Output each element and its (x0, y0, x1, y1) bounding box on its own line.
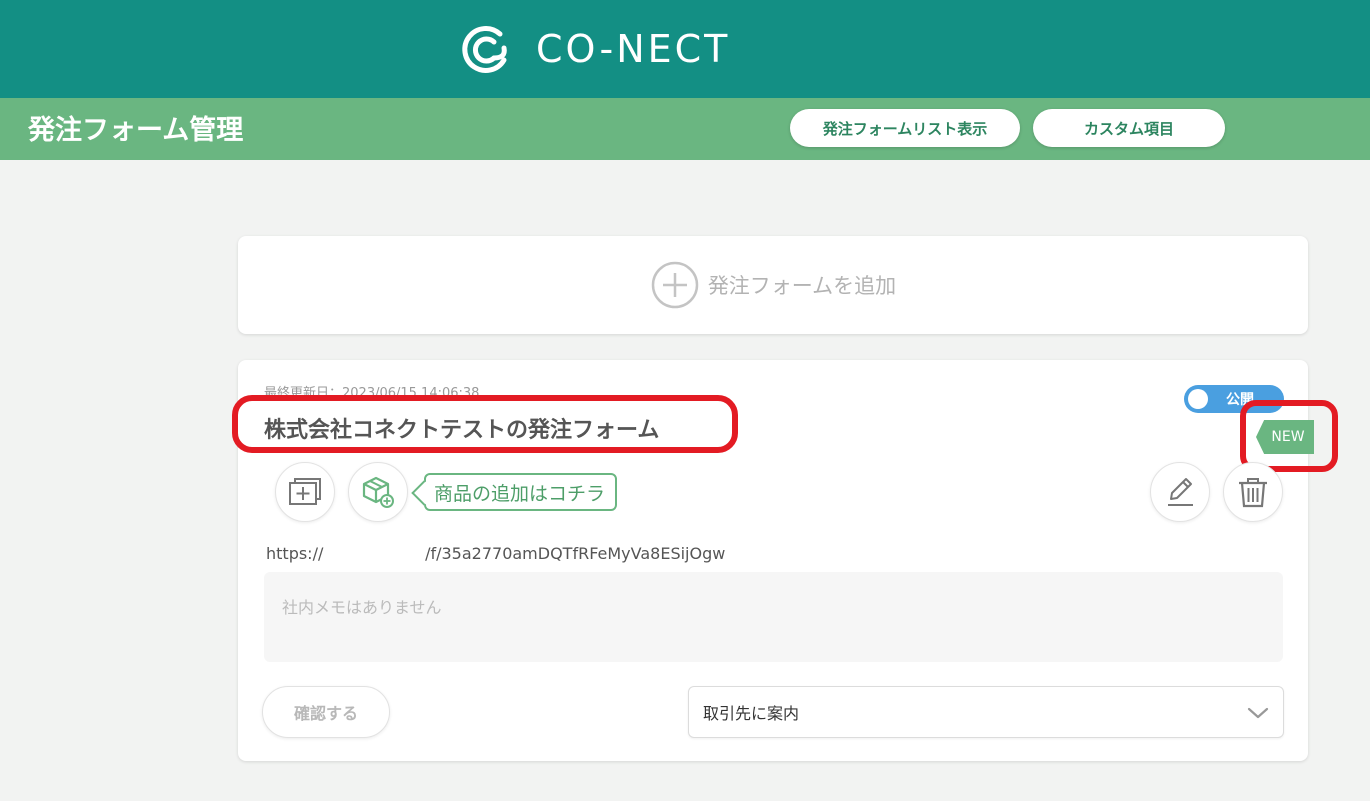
copy-form-button[interactable] (275, 462, 335, 522)
callout-text: 商品の追加はコチラ (434, 482, 606, 505)
chevron-down-icon (1247, 705, 1269, 724)
top-header: CO-NECT (0, 0, 1370, 98)
confirm-button[interactable]: 確認する (262, 686, 390, 738)
delete-button[interactable] (1223, 462, 1283, 522)
new-badge: NEW (1256, 420, 1314, 454)
form-card: 最終更新日：2023/06/15 14:06:38 株式会社コネクトテストの発注… (232, 360, 1338, 761)
brand-name: CO-NECT (536, 27, 731, 71)
page-title: 発注フォーム管理 (28, 115, 244, 146)
edit-button[interactable] (1150, 462, 1210, 522)
memo-placeholder: 社内メモはありません (282, 598, 442, 617)
brand[interactable]: CO-NECT (460, 22, 730, 76)
select-value: 取引先に案内 (703, 704, 800, 723)
add-form-card[interactable]: 発注フォームを追加 (238, 236, 1308, 334)
pencil-icon (1163, 475, 1197, 509)
send-guide-select[interactable]: 取引先に案内 (688, 686, 1284, 738)
product-box-add-icon (361, 475, 395, 509)
custom-fields-button[interactable]: カスタム項目 (1033, 109, 1225, 147)
toggle-knob (1188, 389, 1208, 409)
add-product-callout: 商品の追加はコチラ (424, 473, 618, 511)
form-url[interactable]: https:// /f/35a2770amDQTfRFeMyVa8ESijOgw (266, 544, 725, 563)
add-form-label: 発注フォームを追加 (707, 274, 897, 298)
copy-add-icon (288, 477, 322, 507)
form-list-button[interactable]: 発注フォームリスト表示 (790, 109, 1020, 147)
form-title: 株式会社コネクトテストの発注フォーム (264, 418, 660, 443)
internal-memo: 社内メモはありません (264, 572, 1283, 662)
plus-circle-icon (650, 260, 700, 310)
sub-header: 発注フォーム管理 発注フォームリスト表示 カスタム項目 (0, 98, 1370, 160)
trash-icon (1236, 475, 1270, 509)
conect-logo-icon (460, 22, 514, 76)
add-product-button[interactable] (348, 462, 408, 522)
